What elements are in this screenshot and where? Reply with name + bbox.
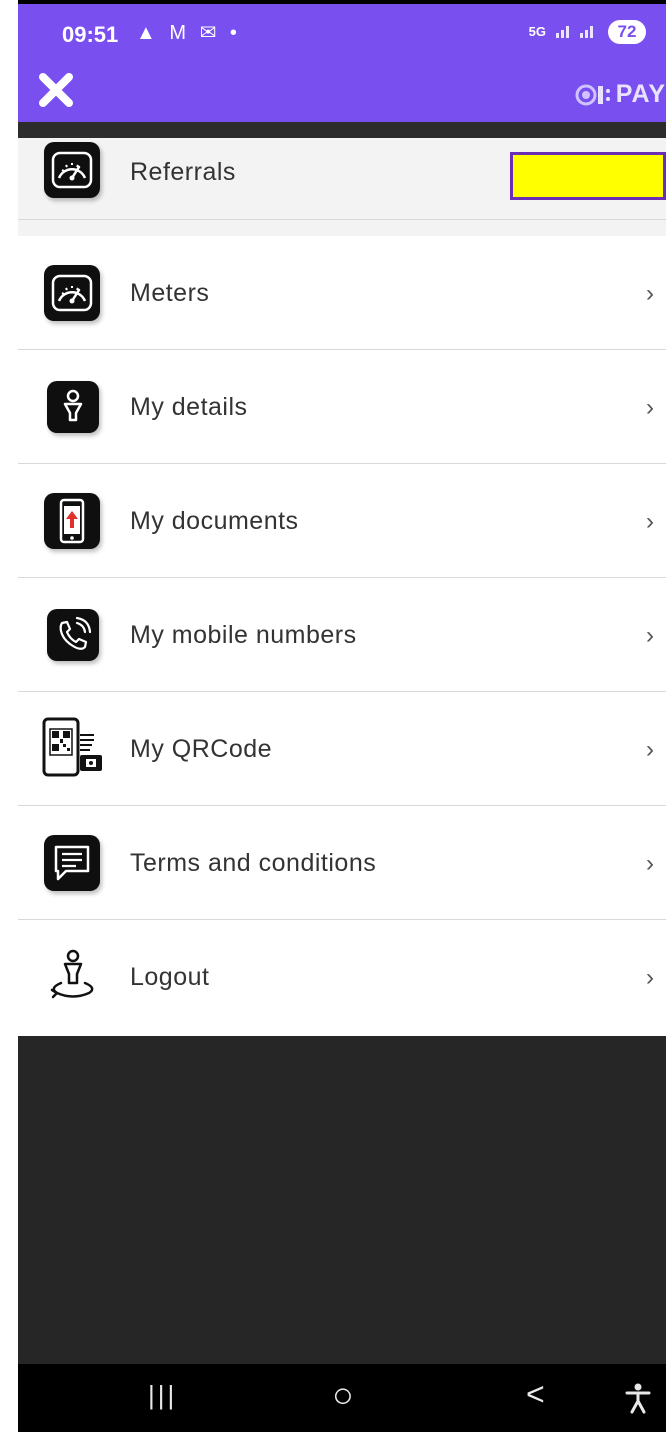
speedometer-icon (44, 142, 100, 198)
chevron-right-icon: › (646, 280, 654, 307)
chevron-right-icon: › (646, 736, 654, 763)
message-icon (44, 835, 100, 891)
brand-mark-icon (575, 84, 610, 105)
divider-strip (18, 122, 666, 138)
menu-item-logout[interactable]: Logout › (18, 920, 666, 1034)
settings-menu: Meters › My details › My documents › My … (18, 236, 666, 1036)
menu-item-label: Logout (130, 963, 210, 991)
chevron-right-icon: › (646, 394, 654, 421)
system-nav-bar: ||| ○ < (18, 1364, 666, 1432)
menu-item-my-qrcode[interactable]: My QRCode › (18, 692, 666, 806)
menu-item-label: Terms and conditions (130, 849, 377, 877)
close-button[interactable] (36, 70, 76, 110)
chevron-right-icon: › (646, 508, 654, 535)
phone-upload-icon (44, 493, 100, 549)
highlight-box (510, 152, 666, 200)
speedometer-icon (44, 265, 100, 321)
chevron-right-icon: › (646, 964, 654, 991)
menu-item-my-documents[interactable]: My documents › (18, 464, 666, 578)
menu-item-my-mobile-numbers[interactable]: My mobile numbers › (18, 578, 666, 692)
accessibility-button[interactable] (624, 1382, 652, 1422)
menu-item-label: My mobile numbers (130, 621, 357, 649)
app-header: 09:51 ▲ M ✉ • 5G 72 PAY (18, 4, 666, 122)
referrals-label: Referrals (130, 158, 236, 186)
network-type: 5G (528, 24, 546, 39)
status-right-group: 5G 72 (529, 20, 646, 44)
chevron-right-icon: › (646, 850, 654, 877)
accessibility-icon (625, 1383, 651, 1414)
home-button[interactable]: ○ (332, 1374, 354, 1416)
x-icon (39, 73, 73, 107)
status-time: 09:51 (62, 22, 119, 47)
signal-icon (554, 21, 600, 44)
chevron-right-icon: › (646, 622, 654, 649)
logout-person-icon (42, 946, 104, 1008)
section-gap (18, 220, 666, 236)
back-button[interactable]: < (526, 1376, 545, 1413)
menu-item-label: My details (130, 393, 248, 421)
battery-badge: 72 (608, 20, 646, 44)
recents-button[interactable]: ||| (148, 1380, 177, 1411)
phone-call-icon (47, 609, 99, 661)
left-margin (0, 0, 18, 1432)
referrals-row[interactable]: Referrals (18, 138, 666, 220)
person-icon (47, 381, 99, 433)
menu-item-terms[interactable]: Terms and conditions › (18, 806, 666, 920)
notification-icons: ▲ M ✉ • (136, 22, 241, 44)
menu-item-label: My QRCode (130, 735, 273, 763)
brand-logo: PAY (574, 80, 666, 109)
qrcode-icon (42, 717, 104, 779)
brand-text: PAY (615, 80, 666, 108)
menu-item-my-details[interactable]: My details › (18, 350, 666, 464)
menu-item-meters[interactable]: Meters › (18, 236, 666, 350)
menu-item-label: My documents (130, 507, 299, 535)
menu-item-label: Meters (130, 279, 210, 307)
